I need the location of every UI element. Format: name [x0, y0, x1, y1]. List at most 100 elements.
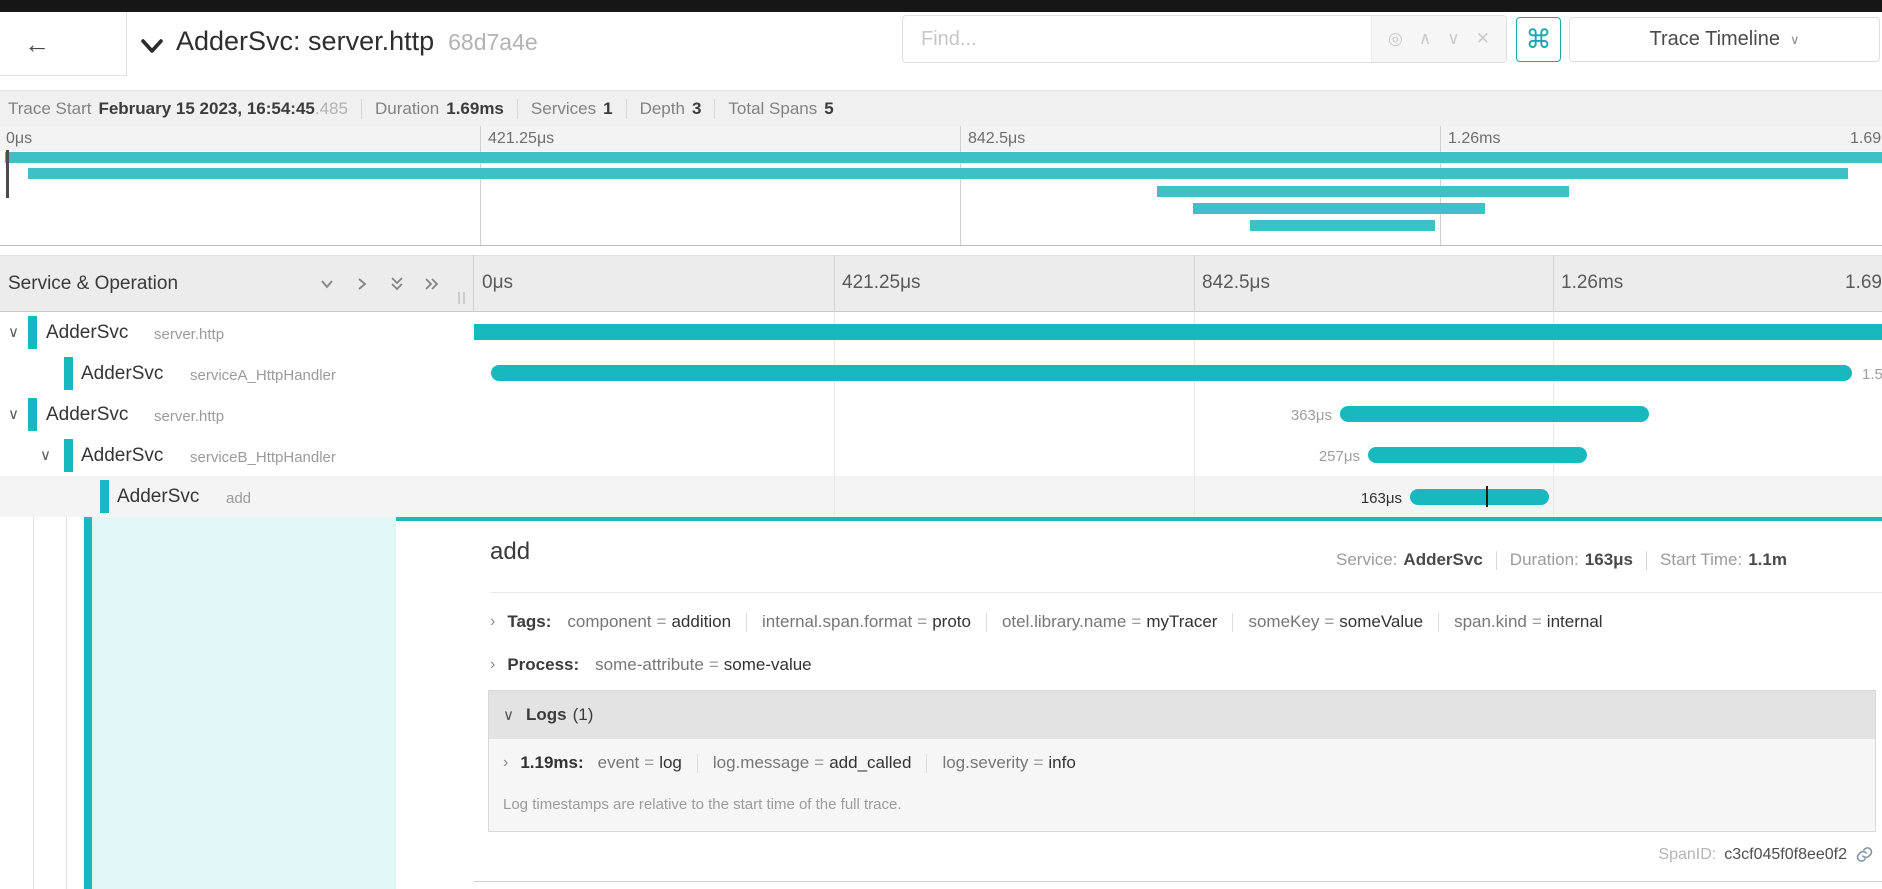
service-color-bar — [28, 398, 37, 431]
minimap-tick-label: 1.69ms — [1850, 130, 1882, 148]
span-row-add[interactable]: AdderSvc add — [0, 476, 1882, 517]
command-icon: ⌘ — [1526, 24, 1552, 55]
tags-label[interactable]: Tags: — [507, 612, 551, 632]
span-duration-label: 1.5 — [1862, 366, 1882, 383]
log-field-value: add_called — [829, 753, 911, 773]
span-service-name: AdderSvc — [81, 435, 163, 476]
span-operation-name: serviceA_HttpHandler — [190, 355, 336, 396]
detail-highlight-column — [92, 517, 396, 889]
clear-search-icon[interactable]: ✕ — [1476, 29, 1490, 49]
span-log-marker[interactable] — [1486, 486, 1488, 507]
total-spans-label: Total Spans — [728, 99, 817, 119]
duration-value: 163μs — [1585, 550, 1633, 570]
tag-value: proto — [932, 612, 971, 632]
find-controls: ◎ ∧ ∨ ✕ — [1371, 16, 1506, 62]
minimap-tick-label: 842.5μs — [968, 130, 1025, 148]
minimap-span-bar — [1193, 203, 1485, 214]
service-label: Service: — [1336, 550, 1397, 570]
trace-title-text: AdderSvc: server.http — [176, 26, 434, 56]
expand-all-icon[interactable] — [423, 275, 441, 293]
find-box: ◎ ∧ ∨ ✕ — [902, 15, 1507, 63]
grid-tick-label: 0μs — [482, 272, 513, 294]
grid-tick-label: 421.25μs — [842, 272, 921, 294]
tag-value: myTracer — [1146, 612, 1217, 632]
back-arrow-icon: ← — [24, 31, 50, 57]
span-row-serviceB[interactable]: ∨ AdderSvc serviceB_HttpHandler — [0, 435, 1882, 476]
chevron-down-icon[interactable]: ∨ — [8, 394, 19, 435]
process-row: › Process: some-attribute=some-value — [490, 655, 812, 675]
depth-value: 3 — [692, 99, 701, 119]
log-field-key: log.message — [713, 753, 809, 773]
column-resize-handle[interactable] — [458, 292, 468, 304]
grid-tick-label: 842.5μs — [1202, 272, 1270, 294]
grid-tick-line — [1553, 255, 1554, 312]
logs-section: ∨ Logs (1) › 1.19ms: event=log log.messa… — [488, 690, 1876, 832]
start-time-value: 1.1m — [1748, 550, 1787, 570]
keyboard-shortcuts-button[interactable]: ⌘ — [1516, 17, 1561, 62]
span-id-row: SpanID: c3cf045f0f8ee0f2 — [1374, 845, 1874, 864]
log-timestamp: 1.19ms: — [520, 753, 583, 773]
collapse-all-icon[interactable] — [388, 275, 406, 293]
tree-guide-line — [33, 517, 34, 889]
logs-header[interactable]: ∨ Logs (1) — [489, 691, 1875, 739]
minimap-span-bar — [28, 168, 1848, 179]
tag-key: component — [567, 612, 651, 632]
locate-icon[interactable]: ◎ — [1388, 29, 1403, 49]
service-color-bar — [28, 316, 37, 349]
logs-count: (1) — [573, 705, 594, 725]
span-bar-serviceB[interactable] — [1368, 447, 1587, 463]
span-id-value: c3cf045f0f8ee0f2 — [1724, 846, 1847, 864]
minimap-span-bar — [1250, 220, 1435, 231]
expand-one-icon[interactable] — [353, 275, 371, 293]
duration-label: Duration: — [1510, 550, 1579, 570]
minimap-scrubber-handle[interactable] — [6, 150, 9, 198]
log-entry-row[interactable]: › 1.19ms: event=log log.message=add_call… — [503, 753, 1076, 773]
service-value: AdderSvc — [1403, 550, 1482, 570]
tree-guide-line — [66, 517, 67, 889]
span-id-label: SpanID: — [1658, 846, 1716, 864]
span-bar-add[interactable] — [1410, 489, 1549, 505]
trace-view-select[interactable]: Trace Timeline ∨ — [1569, 17, 1880, 62]
log-entry-expander-icon[interactable]: › — [503, 754, 508, 772]
minimap-span-bar — [1157, 186, 1569, 197]
span-service-name: AdderSvc — [46, 394, 128, 435]
log-field-key: event — [598, 753, 640, 773]
service-color-bar — [64, 357, 73, 390]
chevron-down-icon[interactable]: ∨ — [40, 435, 51, 476]
tag-value: someValue — [1339, 612, 1423, 632]
span-bar-server-http-2[interactable] — [1340, 406, 1649, 422]
process-label[interactable]: Process: — [507, 655, 579, 675]
minimap-tick-label: 0μs — [6, 130, 32, 148]
log-field-value: info — [1048, 753, 1075, 773]
tags-expander-icon[interactable]: › — [490, 613, 495, 631]
link-icon[interactable] — [1855, 845, 1874, 864]
minimap-tick-line — [960, 126, 961, 245]
depth-label: Depth — [640, 99, 685, 119]
detail-top-border — [396, 517, 1882, 521]
process-expander-icon[interactable]: › — [490, 656, 495, 674]
collapse-one-icon[interactable] — [318, 275, 336, 293]
minimap-tick-line — [480, 126, 481, 245]
detail-divider — [490, 592, 1882, 593]
service-color-bar — [64, 439, 73, 472]
tags-row: › Tags: component=addition internal.span… — [490, 612, 1603, 632]
total-spans-value: 5 — [824, 99, 833, 119]
tag-value: addition — [671, 612, 731, 632]
collapse-title-chevron-icon[interactable] — [138, 34, 166, 63]
tag-key: someKey — [1248, 612, 1319, 632]
prev-result-icon[interactable]: ∧ — [1419, 29, 1431, 49]
log-field-key: log.severity — [942, 753, 1028, 773]
logs-expander-icon[interactable]: ∨ — [503, 706, 514, 724]
span-bar-serviceA[interactable] — [491, 365, 1852, 381]
span-bar-server-http-1[interactable] — [474, 324, 1882, 340]
back-button[interactable]: ← — [0, 12, 127, 76]
grid-tick-line — [1194, 255, 1195, 312]
chevron-down-icon[interactable]: ∨ — [8, 312, 19, 353]
trace-timeline-page: ← AdderSvc: server.http68d7a4e ◎ ∧ ∨ ✕ ⌘… — [0, 0, 1882, 889]
next-result-icon[interactable]: ∨ — [1447, 29, 1459, 49]
find-input[interactable] — [903, 16, 1371, 62]
duration-value: 1.69ms — [446, 99, 504, 119]
service-color-bar — [100, 480, 109, 513]
service-operation-label: Service & Operation — [8, 273, 178, 295]
span-duration-label: 257μs — [1319, 448, 1360, 465]
